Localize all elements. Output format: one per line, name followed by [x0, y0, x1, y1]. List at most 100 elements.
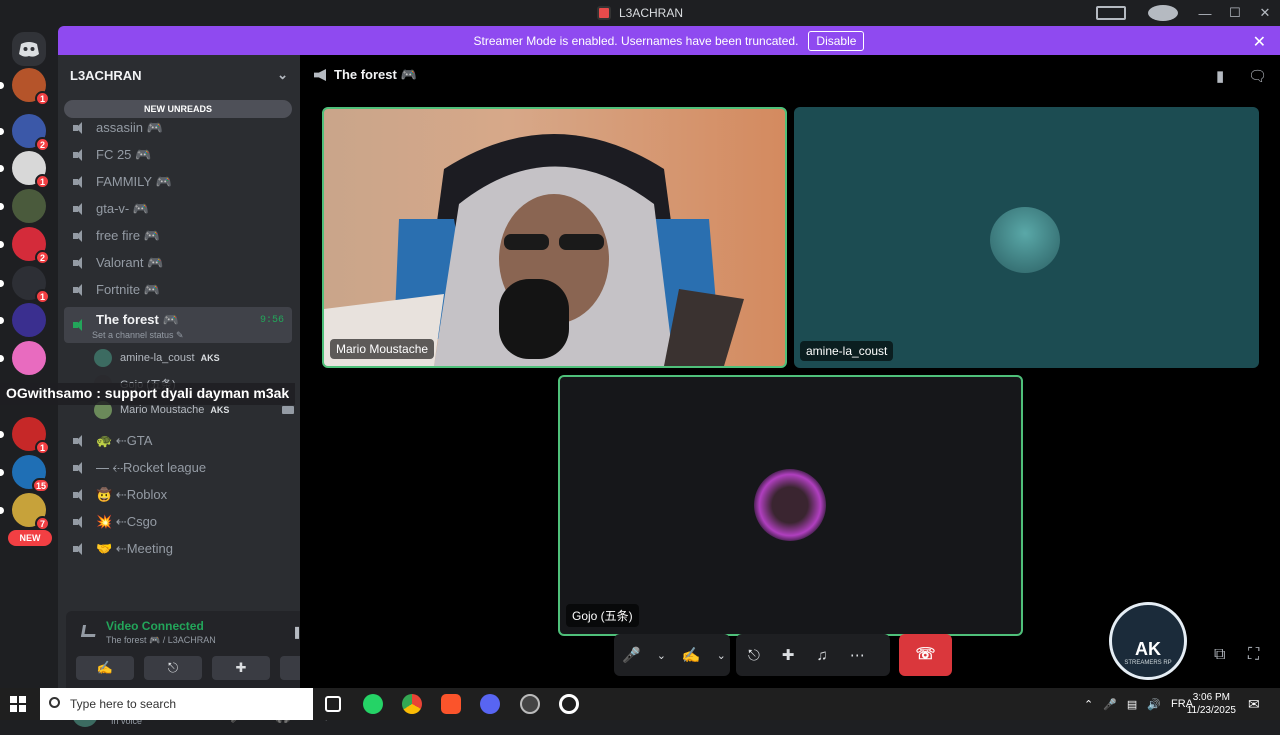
- help-icon[interactable]: ?: [1148, 5, 1178, 21]
- unread-indicator: [0, 128, 4, 135]
- channel-name: FAMMILY 🎮: [96, 174, 172, 189]
- server-icon[interactable]: 15: [0, 455, 50, 493]
- taskbar-search-input[interactable]: Type here to search: [40, 688, 313, 720]
- video-tile-mario[interactable]: Mario Moustache: [322, 107, 787, 368]
- voice-channel-item[interactable]: FAMMILY 🎮: [64, 170, 292, 194]
- guild-header[interactable]: L3ACHRAN ⌄: [58, 55, 300, 95]
- channel-name: assasiin 🎮: [96, 120, 163, 135]
- chevron-down-icon: ⌄: [277, 67, 288, 82]
- voice-channel-item[interactable]: ⎯⎯ ⇠Rocket league: [64, 456, 292, 480]
- chat-bubble-icon[interactable]: 🗨: [1248, 67, 1267, 85]
- voice-channel-item[interactable]: Fortnite 🎮: [64, 278, 292, 302]
- search-placeholder: Type here to search: [70, 697, 177, 711]
- voice-channel-item[interactable]: Valorant 🎮: [64, 251, 292, 275]
- camera-off-icon[interactable]: ✍: [682, 646, 701, 664]
- disable-streamer-mode-button[interactable]: Disable: [808, 30, 865, 51]
- voice-channel-item[interactable]: 🐢 ⇠GTA: [64, 429, 292, 453]
- popout-icon[interactable]: ⧉: [1214, 646, 1225, 664]
- microphone-tray-icon[interactable]: 🎤: [1103, 698, 1117, 711]
- search-icon: [49, 697, 60, 708]
- voice-member[interactable]: amine-la_coust AKS: [94, 347, 294, 369]
- maximize-button[interactable]: ☐: [1220, 5, 1250, 21]
- windows-start-button[interactable]: [10, 696, 26, 712]
- server-icon[interactable]: 1: [0, 266, 50, 304]
- voice-channel-item[interactable]: assasiin 🎮: [64, 116, 292, 140]
- watermark-subtext: STREAMERS RP: [1124, 660, 1172, 666]
- app-icon[interactable]: [559, 694, 579, 714]
- volume-icon[interactable]: 🔊: [1147, 698, 1161, 711]
- inbox-icon[interactable]: [1096, 6, 1126, 20]
- server-icon[interactable]: 1: [0, 68, 50, 106]
- mention-badge: 2: [35, 250, 50, 265]
- channel-name: FC 25 🎮: [96, 147, 152, 162]
- brave-icon[interactable]: [441, 694, 461, 714]
- server-icon[interactable]: 7: [0, 493, 50, 531]
- close-window-button[interactable]: ✕: [1250, 5, 1280, 21]
- active-channel-name: The forest 🎮: [96, 312, 179, 327]
- voice-channel-item[interactable]: gta-v- 🎮: [64, 197, 292, 221]
- member-tag: AKS: [200, 353, 220, 363]
- leave-call-button[interactable]: ☏: [899, 634, 952, 676]
- member-name: amine-la_coust: [120, 352, 195, 364]
- taskbar-clock[interactable]: 3:06 PM 11/23/2025: [1187, 691, 1236, 717]
- channel-name: Valorant 🎮: [96, 255, 164, 270]
- network-icon[interactable]: ▤: [1127, 698, 1137, 711]
- microphone-icon[interactable]: 🎤: [622, 646, 641, 664]
- unread-indicator: [0, 203, 4, 210]
- obs-icon[interactable]: [520, 694, 540, 714]
- activities-button[interactable]: ✚: [212, 656, 270, 680]
- new-servers-pill[interactable]: NEW: [8, 530, 52, 546]
- unread-indicator: [0, 507, 4, 514]
- chrome-icon[interactable]: [402, 694, 422, 714]
- more-options-icon[interactable]: ⋯: [850, 646, 865, 664]
- streamer-mode-banner: Streamer Mode is enabled. Usernames have…: [58, 26, 1280, 55]
- stage-header: The forest 🎮: [300, 55, 1280, 95]
- unread-indicator: [0, 469, 4, 476]
- channel-name: free fire 🎮: [96, 228, 160, 243]
- speaker-icon: [72, 461, 88, 475]
- guild-name: L3ACHRAN: [70, 67, 142, 83]
- whatsapp-icon[interactable]: [363, 694, 383, 714]
- notifications-icon[interactable]: ✉: [1248, 688, 1260, 720]
- channel-name: gta-v- 🎮: [96, 201, 150, 216]
- mention-badge: 15: [31, 478, 50, 493]
- mention-badge: 1: [35, 174, 50, 189]
- video-tile-amine[interactable]: amine-la_coust: [794, 107, 1259, 368]
- voice-channel-item[interactable]: 💥 ⇠Csgo: [64, 510, 292, 534]
- bookmark-icon[interactable]: ▮: [1216, 67, 1224, 85]
- speaker-icon: [72, 256, 88, 270]
- channel-status[interactable]: Set a channel status ✎: [92, 330, 184, 341]
- minimize-button[interactable]: —: [1190, 6, 1220, 21]
- fullscreen-icon[interactable]: ⛶: [1248, 646, 1259, 664]
- connection-signal-icon[interactable]: [80, 625, 98, 637]
- camera-chevron-icon[interactable]: ⌄: [717, 649, 726, 662]
- mic-chevron-icon[interactable]: ⌄: [657, 649, 666, 662]
- speaker-icon: [72, 175, 88, 189]
- server-icon[interactable]: [0, 189, 46, 223]
- chevron-up-icon[interactable]: ⌃: [1084, 698, 1093, 711]
- discord-taskbar-icon[interactable]: [480, 694, 500, 714]
- share-screen-icon[interactable]: ⎋: [748, 647, 760, 664]
- server-icon[interactable]: 2: [0, 227, 50, 265]
- voice-channel-item[interactable]: 🤠 ⇠Roblox: [64, 483, 292, 507]
- server-icon[interactable]: 1: [0, 151, 50, 189]
- stage-channel-name: The forest 🎮: [334, 67, 417, 82]
- discord-home-button[interactable]: [12, 32, 46, 66]
- share-screen-button[interactable]: ⎋: [144, 656, 202, 680]
- channel-name: Fortnite 🎮: [96, 282, 160, 297]
- video-tile-gojo[interactable]: Gojo (五条): [558, 375, 1023, 636]
- streamer-watermark-logo: AK STREAMERS RP: [1109, 602, 1187, 680]
- server-icon[interactable]: [0, 303, 46, 337]
- server-icon[interactable]: 1: [0, 417, 50, 455]
- server-icon[interactable]: [0, 341, 46, 375]
- soundboard-icon[interactable]: ♫: [816, 647, 827, 664]
- camera-off-button[interactable]: ✍: [76, 656, 134, 680]
- task-view-icon[interactable]: [325, 696, 341, 712]
- voice-channel-item[interactable]: FC 25 🎮: [64, 143, 292, 167]
- voice-channel-item[interactable]: free fire 🎮: [64, 224, 292, 248]
- close-banner-icon[interactable]: ✕: [1253, 32, 1266, 52]
- voice-channel-item[interactable]: 🤝 ⇠Meeting: [64, 537, 292, 561]
- activities-icon[interactable]: ✚: [782, 646, 795, 664]
- server-icon[interactable]: 2: [0, 114, 50, 152]
- avatar: [990, 207, 1060, 273]
